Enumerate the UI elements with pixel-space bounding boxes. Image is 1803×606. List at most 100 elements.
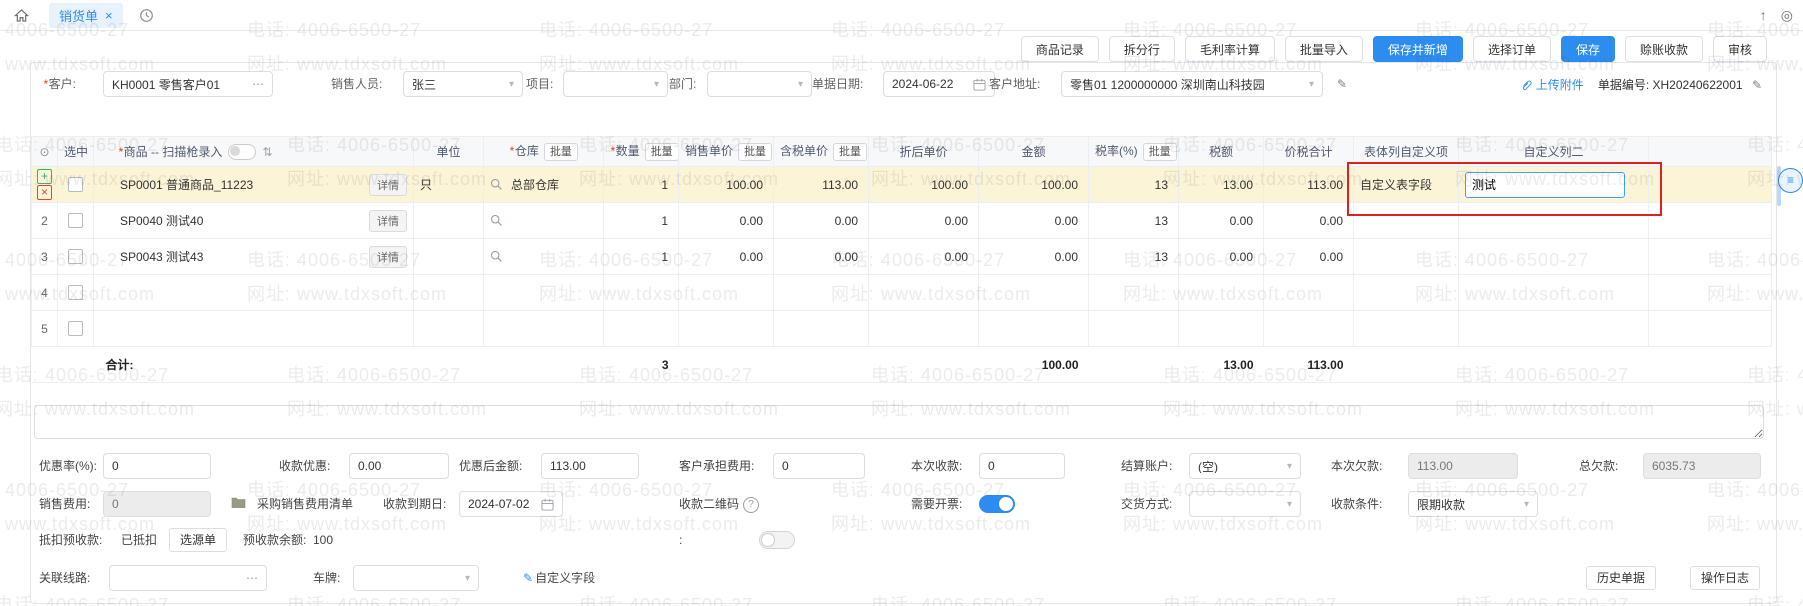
address-edit-icon[interactable]: ✎ xyxy=(1337,71,1347,97)
due-date-input[interactable] xyxy=(468,497,541,511)
audit-button[interactable]: 审核 xyxy=(1713,36,1767,62)
customer-picker-icon[interactable]: ⋯ xyxy=(252,77,264,91)
discount-rate-field[interactable] xyxy=(103,453,211,479)
batch-import-button[interactable]: 批量导入 xyxy=(1285,36,1363,62)
search-icon[interactable] xyxy=(490,214,503,227)
customer-fee-field[interactable] xyxy=(773,453,865,479)
payment-terms-input[interactable] xyxy=(1417,497,1520,511)
column-settings-icon[interactable]: ⊙ xyxy=(39,145,49,159)
cell-custom2 xyxy=(1459,203,1649,239)
due-date-field[interactable] xyxy=(459,491,563,517)
delivery-method-input[interactable] xyxy=(1198,497,1283,511)
doc-no-edit-icon[interactable]: ✎ xyxy=(1752,78,1762,92)
sort-icon[interactable]: ⇅ xyxy=(262,145,272,159)
operation-log-button[interactable]: 操作日志 xyxy=(1690,566,1760,590)
home-icon[interactable] xyxy=(14,8,29,23)
customer-input[interactable] xyxy=(112,77,252,91)
row-checkbox[interactable] xyxy=(68,285,83,300)
select-source-button[interactable]: 选源单 xyxy=(169,528,227,552)
doc-date-input[interactable] xyxy=(892,77,973,91)
product-record-button[interactable]: 商品记录 xyxy=(1021,36,1099,62)
project-select[interactable]: ▾ xyxy=(563,71,668,97)
cell-tax: 0.00 xyxy=(1179,203,1264,239)
floating-helper-icon[interactable]: ≡ xyxy=(1778,168,1803,193)
fee-list-link[interactable]: 采购销售费用清单 xyxy=(257,491,353,517)
chevron-down-icon: ▾ xyxy=(1283,499,1292,510)
upload-attachment-link[interactable]: 上传附件 xyxy=(1520,76,1583,93)
payment-discount-input[interactable] xyxy=(358,459,440,473)
payment-discount-field[interactable] xyxy=(349,453,449,479)
settle-account-select[interactable]: ▾ xyxy=(1189,453,1301,479)
scan-mode-toggle[interactable] xyxy=(228,144,256,160)
row-checkbox[interactable] xyxy=(68,249,83,264)
batch-price-button[interactable]: 批量 xyxy=(738,143,772,161)
customer-address-input[interactable] xyxy=(1070,77,1305,91)
project-input[interactable] xyxy=(572,77,650,91)
help-icon[interactable]: ? xyxy=(743,497,759,513)
route-picker-icon[interactable]: ⋯ xyxy=(246,571,258,585)
history-clock-icon[interactable] xyxy=(139,8,154,23)
tab-sales-order[interactable]: 销货单 × xyxy=(49,3,123,28)
row-checkbox[interactable] xyxy=(68,177,83,192)
gross-margin-button[interactable]: 毛利率计算 xyxy=(1185,36,1275,62)
batch-warehouse-button[interactable]: 批量 xyxy=(544,143,578,161)
customer-field[interactable]: ⋯ xyxy=(103,71,273,97)
save-and-new-button[interactable]: 保存并新增 xyxy=(1373,36,1463,62)
doc-date-field[interactable] xyxy=(883,71,995,97)
scroll-top-icon[interactable]: ↑ xyxy=(1760,7,1767,24)
batch-qty-button[interactable]: 批量 xyxy=(645,143,679,161)
row-checkbox[interactable] xyxy=(68,321,83,336)
payment-terms-select[interactable]: ▾ xyxy=(1408,491,1538,517)
folder-icon[interactable] xyxy=(231,496,246,509)
customer-fee-input[interactable] xyxy=(782,459,856,473)
total-debt-label: 总欠款: xyxy=(1579,453,1618,479)
route-field[interactable]: ⋯ xyxy=(109,565,267,591)
credit-payment-button[interactable]: 赊账收款 xyxy=(1625,36,1703,62)
discount-rate-input[interactable] xyxy=(112,459,202,473)
batch-tax-price-button[interactable]: 批量 xyxy=(833,143,867,161)
search-icon[interactable] xyxy=(490,250,503,263)
route-input[interactable] xyxy=(118,571,246,585)
tab-close-icon[interactable]: × xyxy=(105,9,113,22)
add-row-button[interactable]: + xyxy=(37,169,52,184)
search-icon[interactable] xyxy=(490,178,503,191)
detail-button[interactable]: 详情 xyxy=(369,174,407,196)
row-checkbox[interactable] xyxy=(68,213,83,228)
after-discount-input[interactable] xyxy=(550,459,630,473)
summary-label: 合计: xyxy=(94,347,414,383)
detail-button[interactable]: 详情 xyxy=(369,210,407,232)
history-docs-button[interactable]: 历史单据 xyxy=(1586,566,1656,590)
cell-amount: 0.00 xyxy=(979,239,1089,275)
batch-tax-rate-button[interactable]: 批量 xyxy=(1143,143,1177,161)
department-input[interactable] xyxy=(716,77,794,91)
plate-input[interactable] xyxy=(362,571,461,585)
custom2-cell-input[interactable] xyxy=(1465,172,1625,198)
current-payment-field[interactable] xyxy=(979,453,1065,479)
department-select[interactable]: ▾ xyxy=(707,71,812,97)
row-number: 3 xyxy=(32,239,58,275)
salesperson-select[interactable]: ▾ xyxy=(403,71,523,97)
save-button[interactable]: 保存 xyxy=(1561,36,1615,62)
plate-select[interactable]: ▾ xyxy=(353,565,479,591)
delete-row-button[interactable]: × xyxy=(37,185,52,200)
need-invoice-toggle[interactable] xyxy=(979,495,1015,513)
customer-address-select[interactable]: ▾ xyxy=(1061,71,1323,97)
salesperson-input[interactable] xyxy=(412,77,505,91)
target-icon[interactable]: ◎ xyxy=(1781,7,1793,24)
split-row-button[interactable]: 拆分行 xyxy=(1109,36,1175,62)
detail-button[interactable]: 详情 xyxy=(369,246,407,268)
row-number: 5 xyxy=(32,311,58,347)
custom-fields-link[interactable]: ✎自定义字段 xyxy=(523,565,595,591)
delivery-method-select[interactable]: ▾ xyxy=(1189,491,1301,517)
calendar-icon[interactable] xyxy=(541,498,554,511)
select-order-button[interactable]: 选择订单 xyxy=(1473,36,1551,62)
delivery-method-label: 交货方式: xyxy=(1121,491,1172,517)
calendar-icon[interactable] xyxy=(973,78,986,91)
current-payment-input[interactable] xyxy=(988,459,1056,473)
paperclip-icon xyxy=(1520,79,1532,92)
settle-account-input[interactable] xyxy=(1198,459,1283,473)
unnamed-toggle[interactable] xyxy=(759,531,795,549)
after-discount-field[interactable] xyxy=(541,453,639,479)
remark-textarea[interactable] xyxy=(34,405,1764,439)
header-amount: 金额 xyxy=(979,137,1089,167)
